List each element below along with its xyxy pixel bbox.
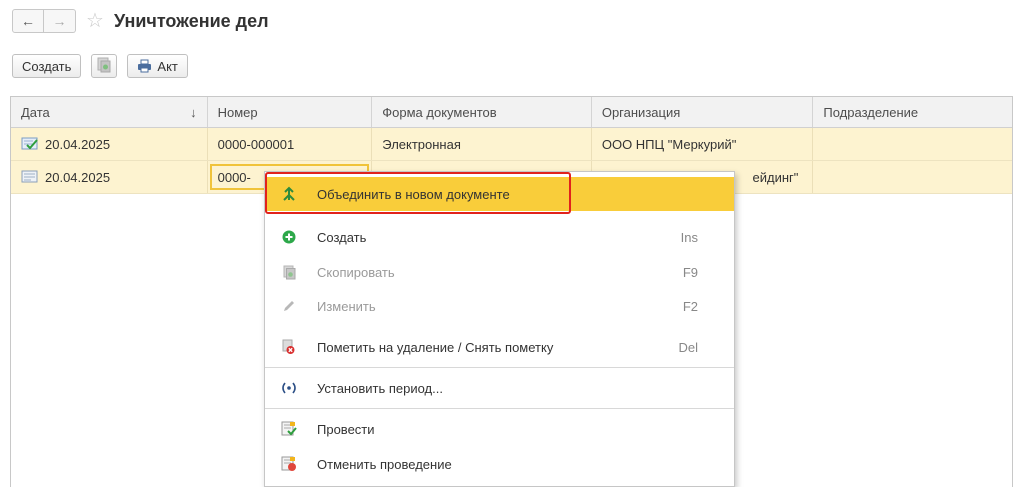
create-button[interactable]: Создать	[12, 54, 82, 78]
toolbar: Создать Акт	[12, 54, 188, 78]
menu-item-create[interactable]: Создать Ins	[265, 220, 734, 254]
menu-item-label: Создать	[317, 229, 367, 245]
menu-separator	[265, 367, 734, 368]
arrow-right-icon: →	[52, 13, 67, 29]
edit-pencil-icon	[279, 299, 299, 313]
menu-item-label: Пометить на удаление / Снять пометку	[317, 339, 554, 355]
unpost-document-icon	[279, 456, 299, 472]
copy-icon	[279, 265, 299, 280]
copy-button[interactable]	[91, 54, 118, 78]
menu-item-label: Установить период...	[317, 380, 443, 396]
callout-highlight-frame	[265, 172, 571, 214]
cell-number: 0000-000001	[208, 128, 373, 160]
menu-item-label: Скопировать	[317, 264, 395, 280]
number-value: 0000-	[217, 169, 251, 185]
menu-item-label: Изменить	[317, 298, 376, 314]
form-value: Электронная	[382, 136, 461, 152]
printer-icon	[137, 59, 152, 73]
date-value: 20.04.2025	[45, 169, 111, 185]
cell-form: Электронная	[372, 128, 592, 160]
favorite-star-icon[interactable]: ☆	[86, 11, 104, 31]
column-header-label: Номер	[217, 104, 258, 120]
shortcut-label: F2	[682, 298, 698, 314]
shortcut-label: Ins	[680, 229, 698, 245]
print-act-button[interactable]: Акт	[127, 54, 188, 78]
shortcut-label: F9	[682, 264, 698, 280]
column-header-form[interactable]: Форма документов	[372, 97, 592, 127]
menu-item-post[interactable]: Провести	[265, 412, 734, 446]
title-bar: ← → ☆ Уничтожение дел	[12, 9, 269, 33]
context-menu: Объединить в новом документе Создать Ins…	[264, 171, 735, 487]
menu-separator	[265, 408, 734, 409]
cell-date: 20.04.2025	[11, 128, 208, 160]
cell-department	[813, 161, 1012, 193]
sort-desc-icon: ↓	[190, 104, 197, 120]
column-header-label: Подразделение	[823, 104, 919, 120]
menu-item-label: Провести	[317, 421, 375, 437]
menu-item-edit[interactable]: Изменить F2	[265, 289, 734, 323]
column-header-label: Форма документов	[382, 104, 497, 120]
posted-document-icon	[21, 137, 39, 151]
add-icon	[279, 230, 299, 244]
column-header-date[interactable]: Дата ↓	[11, 97, 208, 127]
back-button[interactable]: ←	[12, 9, 44, 33]
table-header: Дата ↓ Номер Форма документов Организаци…	[11, 97, 1012, 128]
cell-department	[813, 128, 1012, 160]
column-header-department[interactable]: Подразделение	[813, 97, 1012, 127]
cell-date: 20.04.2025	[11, 161, 208, 193]
forward-button[interactable]: →	[44, 9, 76, 33]
number-value: 0000-000001	[217, 136, 295, 152]
menu-item-copy[interactable]: Скопировать F9	[265, 255, 734, 289]
menu-item-mark-delete[interactable]: Пометить на удаление / Снять пометку Del	[265, 330, 734, 364]
draft-document-icon	[21, 170, 39, 184]
table-row[interactable]: 20.04.2025 0000-000001 Электронная ООО Н…	[11, 128, 1012, 161]
menu-item-label: Отменить проведение	[317, 456, 452, 472]
menu-item-set-period[interactable]: Установить период...	[265, 371, 734, 405]
column-header-label: Дата	[21, 104, 50, 120]
shortcut-label: Del	[678, 339, 698, 355]
organization-value: ООО НПЦ "Меркурий"	[601, 136, 737, 152]
period-icon	[279, 382, 299, 394]
page-title: Уничтожение дел	[113, 10, 269, 31]
create-button-label: Создать	[22, 58, 72, 74]
post-document-icon	[279, 421, 299, 437]
column-header-number[interactable]: Номер	[208, 97, 373, 127]
cell-organization: ООО НПЦ "Меркурий"	[592, 128, 814, 160]
menu-item-unpost[interactable]: Отменить проведение	[265, 447, 734, 481]
date-value: 20.04.2025	[45, 136, 111, 152]
column-header-organization[interactable]: Организация	[592, 97, 814, 127]
organization-value: ейдинг"	[752, 169, 799, 185]
arrow-left-icon: ←	[21, 13, 35, 29]
copy-icon	[97, 57, 111, 76]
print-act-label: Акт	[157, 58, 178, 74]
column-header-label: Организация	[601, 104, 681, 120]
delete-mark-icon	[279, 339, 299, 355]
